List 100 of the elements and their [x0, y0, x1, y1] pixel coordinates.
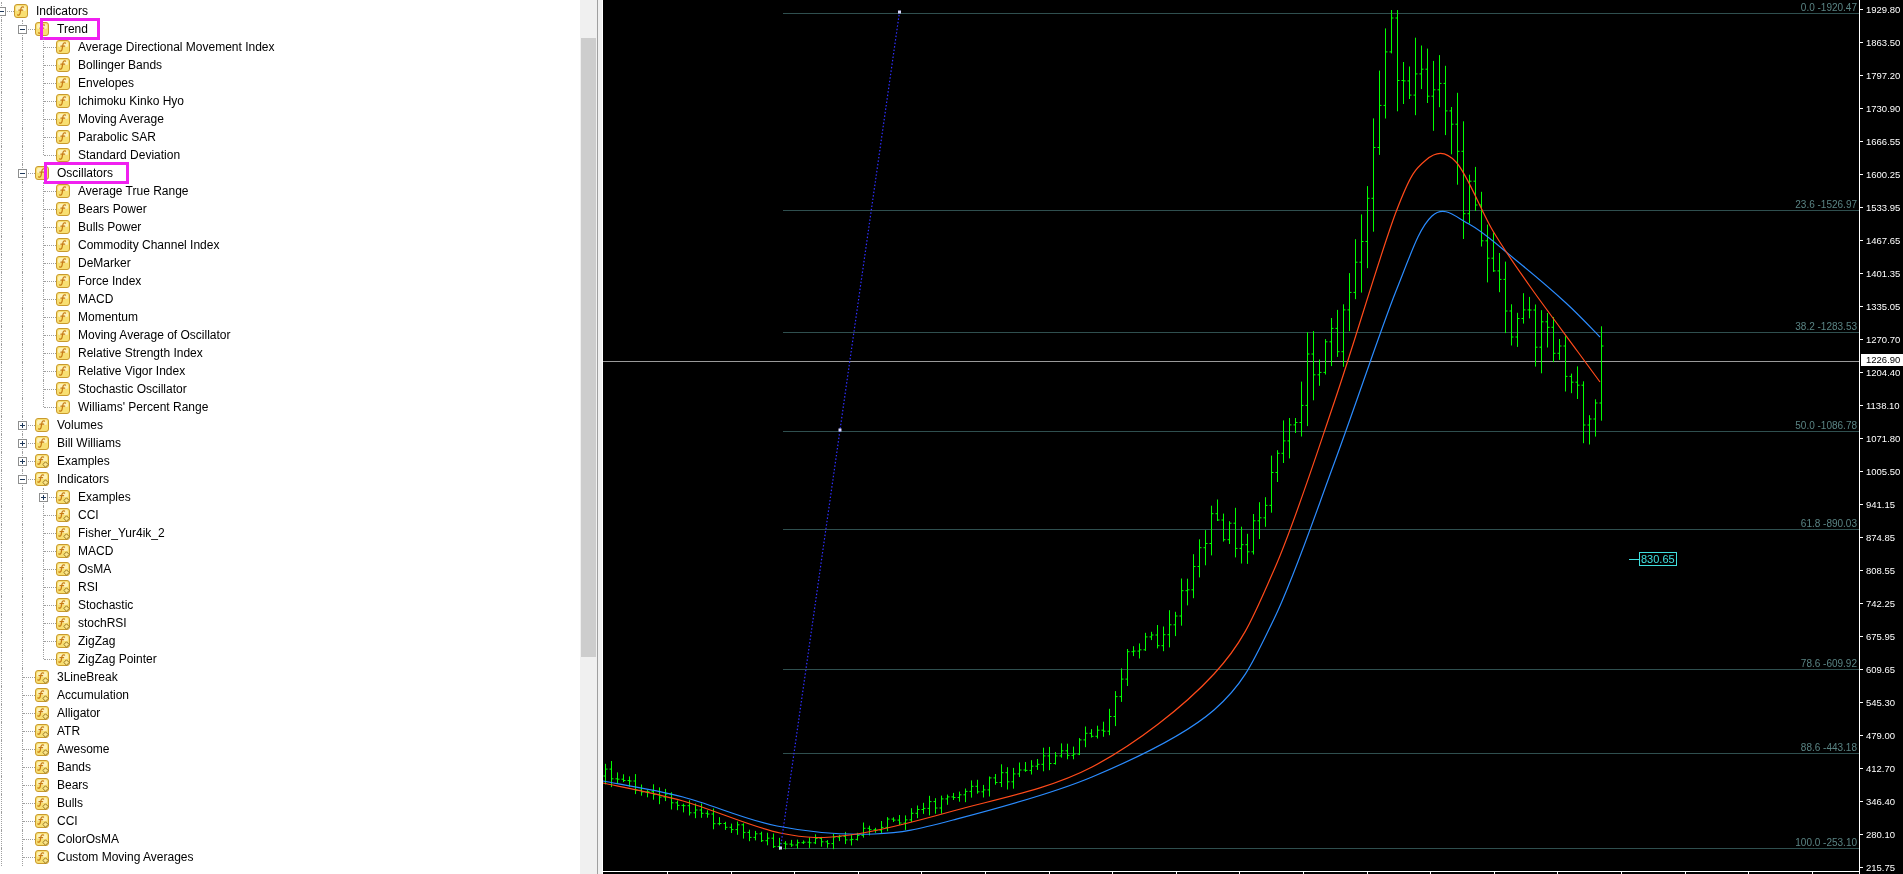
expand-icon[interactable] — [39, 493, 48, 502]
price-axis-label: 1533.95 — [1860, 201, 1903, 213]
current-price-label: 1226.90 — [1861, 354, 1903, 366]
tree-item[interactable]: Examples — [78, 488, 131, 506]
function-icon — [56, 400, 70, 414]
function-icon — [56, 184, 70, 198]
tree-item[interactable]: Standard Deviation — [78, 146, 181, 164]
price-axis-label: 280.10 — [1860, 828, 1903, 840]
anchor-handle-icon[interactable] — [779, 846, 782, 850]
price-axis-label: 1204.40 — [1860, 366, 1903, 378]
price-axis-label: 1797.20 — [1860, 69, 1903, 81]
price-axis-label: 1600.25 — [1860, 168, 1903, 180]
tree-item[interactable]: Bulls Power — [78, 218, 142, 236]
function-icon — [56, 346, 70, 360]
tree-item[interactable]: Commodity Channel Index — [78, 236, 220, 254]
price-axis-label: 675.95 — [1860, 630, 1903, 642]
tree-item[interactable]: Indicators — [36, 2, 89, 20]
tree-item[interactable]: 3LineBreak — [57, 668, 118, 686]
scrollbar-track[interactable] — [580, 0, 597, 874]
tree-item[interactable]: MACD — [78, 542, 114, 560]
tree-item[interactable]: Bands — [57, 758, 92, 776]
price-axis-label: 1270.70 — [1860, 333, 1903, 345]
price-axis-label: 545.30 — [1860, 696, 1903, 708]
price-axis-label: 609.65 — [1860, 663, 1903, 675]
function-icon — [56, 364, 70, 378]
price-tag[interactable]: 830.65 — [1639, 552, 1677, 566]
function-icon — [56, 310, 70, 324]
tree-item[interactable]: Bulls — [57, 794, 83, 812]
tree-item[interactable]: ATR — [57, 722, 81, 740]
tree-item[interactable]: stochRSI — [78, 614, 127, 632]
tree-item[interactable]: ZigZag — [78, 632, 116, 650]
price-axis-label: 412.70 — [1860, 762, 1903, 774]
price-axis-label: 808.55 — [1860, 564, 1903, 576]
function-icon — [14, 4, 28, 18]
tree-item[interactable]: Williams' Percent Range — [78, 398, 209, 416]
price-axis-label: 941.15 — [1860, 498, 1903, 510]
tree-item[interactable]: Parabolic SAR — [78, 128, 157, 146]
tree-item[interactable]: Average True Range — [78, 182, 189, 200]
tree-item[interactable]: Bears Power — [78, 200, 147, 218]
tree-item[interactable]: Fisher_Yur4ik_2 — [78, 524, 165, 542]
tree-item[interactable]: Bollinger Bands — [78, 56, 163, 74]
expand-icon[interactable] — [18, 439, 27, 448]
tree-item[interactable]: CCI — [78, 506, 99, 524]
function-icon — [56, 382, 70, 396]
collapse-icon[interactable] — [18, 169, 27, 178]
tree-item[interactable]: Alligator — [57, 704, 101, 722]
tree-item[interactable]: Moving Average — [78, 110, 164, 128]
scrollbar-thumb[interactable] — [581, 38, 596, 657]
tree-item[interactable]: Ichimoku Kinko Hyo — [78, 92, 185, 110]
tree-item[interactable]: Bears — [57, 776, 89, 794]
price-axis-label: 1335.05 — [1860, 300, 1903, 312]
price-axis-label: 346.40 — [1860, 795, 1903, 807]
tree-item[interactable]: Average Directional Movement Index — [78, 38, 275, 56]
price-axis-label: 1929.80 — [1860, 3, 1903, 15]
fibonacci-level-label: 78.6 -609.92 — [1800, 657, 1857, 669]
function-icon — [56, 58, 70, 72]
tree-item[interactable]: Indicators — [57, 470, 110, 488]
function-icon — [56, 40, 70, 54]
tree-item[interactable]: CCI — [57, 812, 78, 830]
tree-item[interactable]: ColorOsMA — [57, 830, 119, 848]
price-axis-label: 1071.80 — [1860, 432, 1903, 444]
expand-icon[interactable] — [18, 457, 27, 466]
tree-item[interactable]: Force Index — [78, 272, 142, 290]
fibonacci-level-label: 100.0 -253.10 — [1795, 836, 1857, 848]
tree-item[interactable]: OsMA — [78, 560, 112, 578]
tree-item[interactable]: Accumulation — [57, 686, 130, 704]
tree-item[interactable]: Relative Vigor Index — [78, 362, 186, 380]
price-axis-label: 742.25 — [1860, 597, 1903, 609]
expand-icon[interactable] — [18, 421, 27, 430]
anchor-handle-icon[interactable] — [838, 428, 842, 432]
collapse-icon[interactable] — [18, 25, 27, 34]
tree-item[interactable]: ZigZag Pointer — [78, 650, 157, 668]
function-icon — [56, 202, 70, 216]
tree-item[interactable]: Volumes — [57, 416, 104, 434]
tree-item[interactable]: Momentum — [78, 308, 139, 326]
anchor-handle-icon[interactable] — [898, 10, 901, 14]
tree-item[interactable]: Stochastic Oscillator — [78, 380, 187, 398]
tree-item[interactable]: Relative Strength Index — [78, 344, 203, 362]
tree-item[interactable]: Oscillators — [57, 164, 113, 182]
tree-item[interactable]: Awesome — [57, 740, 110, 758]
fibonacci-level-label: 23.6 -1526.97 — [1795, 198, 1857, 210]
tree-item[interactable]: Envelopes — [78, 74, 135, 92]
function-icon — [56, 76, 70, 90]
tree-item[interactable]: MACD — [78, 290, 114, 308]
price-axis-label: 1666.55 — [1860, 135, 1903, 147]
function-icon — [56, 112, 70, 126]
tree-item[interactable]: Trend — [57, 20, 88, 38]
tree-item[interactable]: Examples — [57, 452, 110, 470]
tree-item[interactable]: Bill Williams — [57, 434, 121, 452]
function-icon — [56, 220, 70, 234]
fibonacci-level-label: 38.2 -1283.53 — [1795, 320, 1857, 332]
tree-item[interactable]: Stochastic — [78, 596, 134, 614]
tree-item[interactable]: RSI — [78, 578, 98, 596]
collapse-icon[interactable] — [18, 475, 27, 484]
tree-item[interactable]: Custom Moving Averages — [57, 848, 194, 866]
tree-item[interactable]: Moving Average of Oscillator — [78, 326, 231, 344]
function-icon — [56, 130, 70, 144]
function-icon — [35, 418, 49, 432]
tree-item[interactable]: DeMarker — [78, 254, 131, 272]
price-axis-label: 874.85 — [1860, 531, 1903, 543]
